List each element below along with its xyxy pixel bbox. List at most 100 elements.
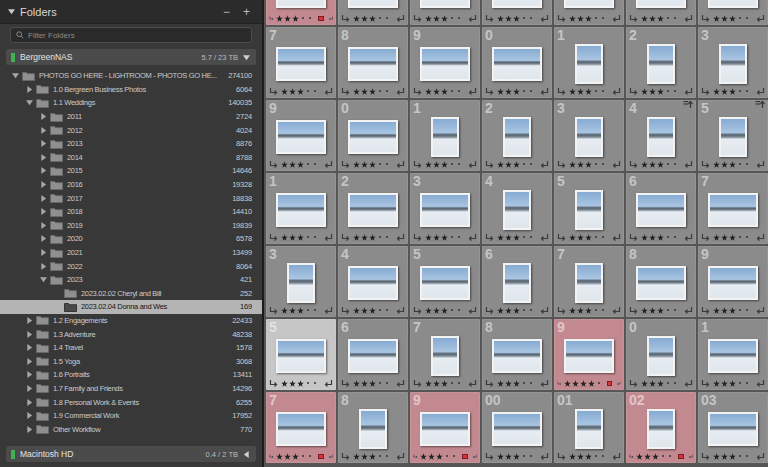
photo-cell[interactable]: 01: [554, 392, 624, 463]
photo-cell[interactable]: 9: [410, 392, 480, 463]
photo-cell[interactable]: 6: [626, 173, 696, 244]
photo-cell[interactable]: [410, 0, 480, 25]
rotate-right-icon[interactable]: [611, 87, 621, 96]
rotate-left-icon[interactable]: [557, 452, 567, 461]
folder-row[interactable]: 20112724: [0, 110, 262, 124]
rotate-right-icon[interactable]: [539, 160, 549, 169]
expanded-triangle-icon[interactable]: [12, 72, 19, 79]
star-rating[interactable]: [497, 15, 534, 22]
collapsed-triangle-icon[interactable]: [26, 86, 33, 93]
photo-thumbnail[interactable]: [276, 120, 326, 154]
star-rating[interactable]: [425, 88, 462, 95]
photo-cell[interactable]: 3: [554, 100, 624, 171]
folder-toggle[interactable]: [26, 426, 36, 433]
rotate-left-icon[interactable]: [701, 452, 711, 461]
star-rating[interactable]: [276, 15, 313, 22]
rotate-right-icon[interactable]: [755, 233, 765, 242]
rotate-left-icon[interactable]: [557, 87, 567, 96]
photo-cell[interactable]: 6: [482, 246, 552, 317]
photo-cell[interactable]: [554, 0, 624, 25]
photo-cell[interactable]: 5: [554, 173, 624, 244]
photo-thumbnail[interactable]: [276, 47, 326, 81]
folder-row[interactable]: 2023.02.04 Donna and Wes169: [0, 300, 262, 314]
photo-thumbnail[interactable]: [708, 0, 758, 8]
photo-cell[interactable]: 3: [266, 246, 336, 317]
volume-bar[interactable]: Macintosh HD0.4 / 2 TB: [6, 446, 256, 462]
folder-toggle[interactable]: [40, 208, 50, 215]
photo-cell[interactable]: 7: [410, 319, 480, 390]
photo-thumbnail[interactable]: [492, 339, 542, 373]
photo-cell[interactable]: 2: [626, 27, 696, 98]
photo-thumbnail[interactable]: [503, 190, 531, 230]
photo-cell[interactable]: 1: [410, 100, 480, 171]
star-rating[interactable]: [276, 453, 313, 460]
rotate-left-icon[interactable]: [413, 379, 423, 388]
star-rating[interactable]: [497, 161, 534, 168]
rotate-left-icon[interactable]: [629, 379, 639, 388]
folder-row[interactable]: 20138876: [0, 137, 262, 151]
folder-row[interactable]: 2023421: [0, 273, 262, 287]
photo-cell[interactable]: 0: [626, 319, 696, 390]
rotate-left-icon[interactable]: [269, 14, 274, 23]
folder-toggle[interactable]: [40, 222, 50, 229]
rotate-left-icon[interactable]: [557, 160, 567, 169]
rotate-left-icon[interactable]: [701, 379, 711, 388]
collapsed-triangle-icon[interactable]: [40, 235, 47, 242]
filter-input[interactable]: [28, 31, 246, 40]
rotate-left-icon[interactable]: [701, 306, 711, 315]
rotate-left-icon[interactable]: [341, 306, 351, 315]
star-rating[interactable]: [713, 453, 750, 460]
folder-row[interactable]: 1.7 Family and Friends14296: [0, 382, 262, 396]
rotate-right-icon[interactable]: [395, 87, 405, 96]
rotate-right-icon[interactable]: [755, 379, 765, 388]
rotate-right-icon[interactable]: [467, 87, 477, 96]
rotate-right-icon[interactable]: [328, 452, 333, 461]
rotate-left-icon[interactable]: [269, 160, 279, 169]
folder-toggle[interactable]: [40, 127, 50, 134]
folder-row[interactable]: 202113499: [0, 246, 262, 260]
star-rating[interactable]: [713, 380, 750, 387]
photo-cell[interactable]: 7: [554, 246, 624, 317]
rotate-right-icon[interactable]: [539, 14, 549, 23]
photo-cell[interactable]: 9: [266, 100, 336, 171]
photo-thumbnail[interactable]: [348, 0, 398, 8]
collapsed-triangle-icon[interactable]: [40, 167, 47, 174]
photo-cell[interactable]: 8: [338, 392, 408, 463]
rotate-left-icon[interactable]: [485, 306, 495, 315]
rotate-left-icon[interactable]: [701, 233, 711, 242]
star-rating[interactable]: [497, 380, 534, 387]
folder-row[interactable]: 1.2 Engagements22433: [0, 314, 262, 328]
star-rating[interactable]: [641, 234, 678, 241]
rotate-left-icon[interactable]: [701, 160, 711, 169]
collapsed-triangle-icon[interactable]: [26, 358, 33, 365]
folder-row[interactable]: 2023.02.02 Cheryl and Bill252: [0, 287, 262, 301]
collapsed-triangle-icon[interactable]: [40, 249, 47, 256]
photo-thumbnail[interactable]: [348, 339, 398, 373]
folder-toggle[interactable]: [40, 195, 50, 202]
rotate-right-icon[interactable]: [539, 87, 549, 96]
rotate-right-icon[interactable]: [755, 87, 765, 96]
rotate-right-icon[interactable]: [323, 87, 333, 96]
photo-thumbnail[interactable]: [647, 336, 675, 376]
rotate-left-icon[interactable]: [341, 14, 351, 23]
rotate-left-icon[interactable]: [269, 87, 279, 96]
rotate-left-icon[interactable]: [341, 87, 351, 96]
photo-cell[interactable]: 4: [482, 173, 552, 244]
rotate-right-icon[interactable]: [328, 14, 333, 23]
star-rating[interactable]: [641, 307, 678, 314]
rotate-right-icon[interactable]: [755, 160, 765, 169]
rotate-right-icon[interactable]: [539, 452, 549, 461]
star-rating[interactable]: [497, 234, 534, 241]
rotate-left-icon[interactable]: [413, 14, 423, 23]
photo-thumbnail[interactable]: [420, 266, 470, 300]
photo-thumbnail[interactable]: [420, 0, 470, 8]
rotate-right-icon[interactable]: [395, 306, 405, 315]
photo-cell[interactable]: 7: [698, 173, 768, 244]
photo-cell[interactable]: 1: [266, 173, 336, 244]
photo-thumbnail[interactable]: [503, 263, 531, 303]
photo-thumbnail[interactable]: [575, 263, 603, 303]
folder-row[interactable]: 20206578: [0, 232, 262, 246]
photo-thumbnail[interactable]: [564, 339, 614, 373]
star-rating[interactable]: [641, 161, 678, 168]
photo-thumbnail[interactable]: [708, 412, 758, 446]
